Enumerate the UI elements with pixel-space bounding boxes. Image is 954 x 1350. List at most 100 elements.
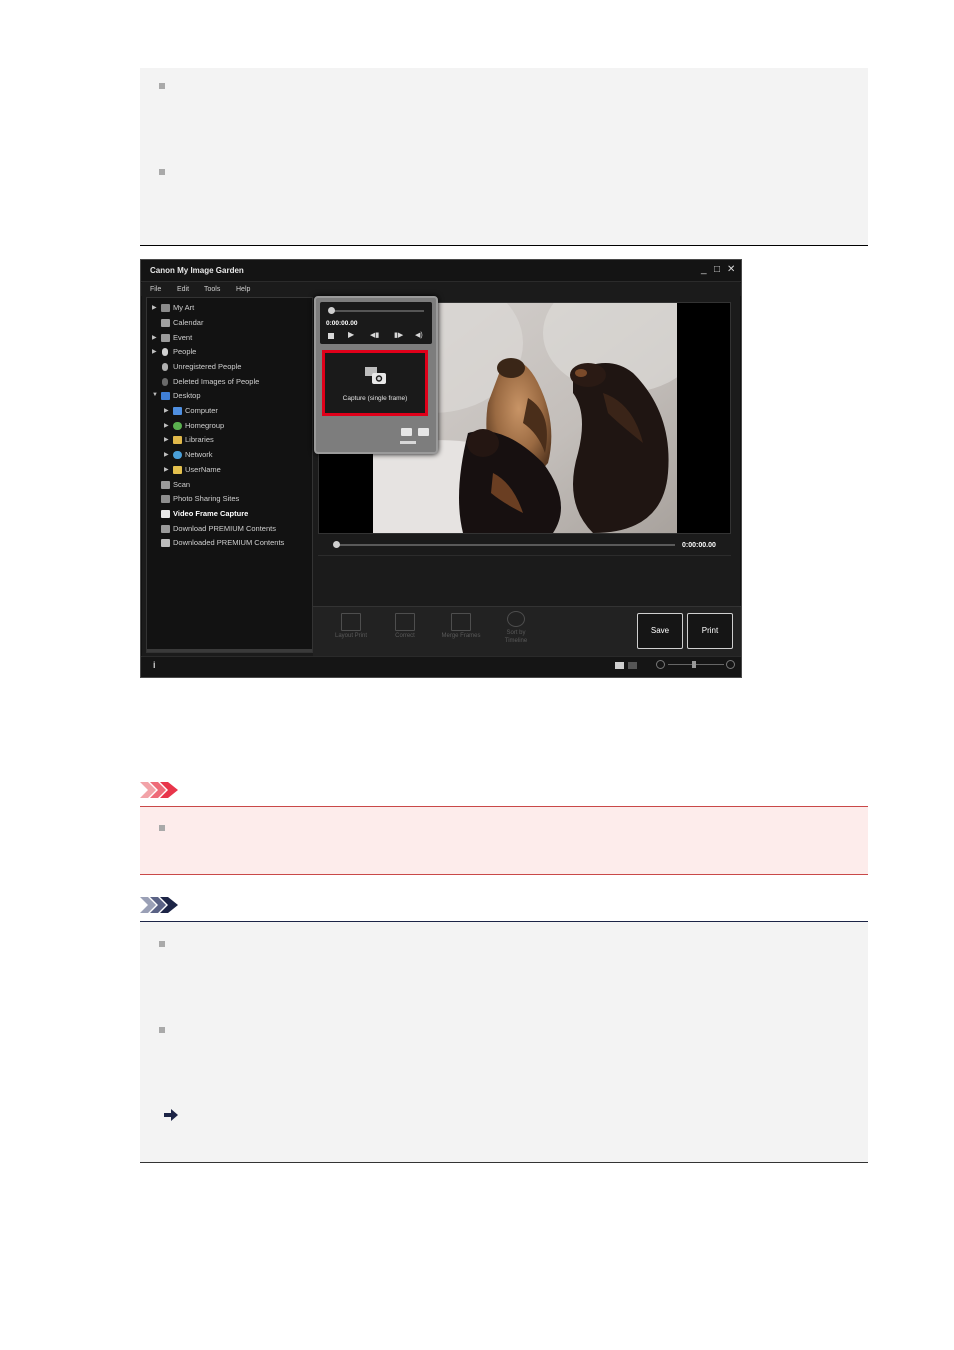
sort-by-timeline-label: Sort by Timeline — [504, 630, 528, 644]
merge-frames-icon — [451, 613, 471, 631]
sidebar-item-video-frame-capture[interactable]: Video Frame Capture — [173, 509, 248, 518]
popup-handle-icon[interactable] — [400, 441, 416, 444]
sidebar-item-event[interactable]: Event — [173, 333, 192, 342]
zoom-handle-icon[interactable] — [692, 661, 696, 668]
zoom-slider[interactable] — [668, 664, 724, 665]
layout-print-icon — [341, 613, 361, 631]
seek-handle-icon[interactable] — [328, 307, 335, 314]
timeline-time: 0:00:00.00 — [682, 542, 716, 549]
menu-bar — [141, 283, 741, 296]
correct-label: Correct — [395, 633, 415, 639]
expand-arrow-icon[interactable]: ▶ — [152, 334, 157, 341]
sidebar-item-desktop[interactable]: Desktop — [173, 391, 201, 400]
capture-camera-icon — [365, 367, 386, 384]
top-note-panel — [140, 68, 868, 246]
expand-arrow-icon[interactable]: ▶ — [164, 407, 169, 414]
sidebar-item-downloaded-premium[interactable]: Downloaded PREMIUM Contents — [173, 538, 284, 547]
capture-single-frame-button[interactable]: Capture (single frame) — [322, 350, 428, 416]
expand-arrow-icon[interactable]: ▶ — [164, 422, 169, 429]
expand-arrow-icon[interactable]: ▶ — [164, 466, 169, 473]
save-button[interactable]: Save — [637, 613, 683, 649]
info-icon[interactable]: i — [153, 660, 156, 670]
sidebar-item-unregistered-people[interactable]: Unregistered People — [173, 362, 241, 371]
sidebar-item-username[interactable]: UserName — [185, 465, 221, 474]
sidebar-item-libraries[interactable]: Libraries — [185, 435, 214, 444]
sidebar-item-scan[interactable]: Scan — [173, 480, 190, 489]
video-capture-icon — [161, 510, 170, 518]
folder-icon — [161, 539, 170, 547]
status-bar: i — [141, 656, 741, 677]
reference-arrow-icon[interactable] — [164, 1109, 178, 1121]
sidebar-item-calendar[interactable]: Calendar — [173, 318, 203, 327]
capture-label: Capture (single frame) — [342, 395, 408, 402]
expand-arrow-icon[interactable]: ▶ — [152, 304, 157, 311]
sidebar-tree: ▶ My Art Calendar ▶ Event ▶ People Unreg… — [146, 297, 313, 653]
important-box — [140, 807, 868, 875]
desktop-icon — [161, 392, 170, 400]
event-icon — [161, 334, 170, 342]
timeline-bar: 0:00:00.00 — [318, 536, 731, 556]
capture-mode-multi-icon[interactable] — [418, 428, 429, 436]
note-box — [140, 922, 868, 1163]
close-icon[interactable]: ✕ — [727, 264, 735, 276]
my-art-icon — [161, 304, 170, 312]
sidebar-item-deleted-images[interactable]: Deleted Images of People — [173, 377, 259, 386]
sidebar-item-people[interactable]: People — [173, 347, 196, 356]
bullet-icon — [159, 825, 165, 831]
expand-arrow-icon[interactable]: ▶ — [164, 436, 169, 443]
homegroup-icon — [173, 422, 182, 430]
note-icon — [140, 897, 178, 913]
step-forward-icon[interactable]: ▮▶ — [394, 331, 403, 339]
calendar-icon — [161, 319, 170, 327]
view-single-icon[interactable] — [615, 662, 624, 669]
app-title: Canon My Image Garden — [150, 266, 244, 275]
player-seek-bar[interactable] — [330, 310, 424, 312]
libraries-icon — [173, 436, 182, 444]
minimize-icon[interactable]: _ — [701, 264, 707, 276]
menu-tools[interactable]: Tools — [204, 286, 220, 293]
menu-file[interactable]: File — [150, 286, 161, 293]
download-icon — [161, 525, 170, 533]
person-icon — [162, 363, 168, 371]
menu-help[interactable]: Help — [236, 286, 250, 293]
layout-print-button[interactable]: Layout Print — [329, 613, 373, 639]
player-controls: 0:00:00.00 ▶ ◀▮ ▮▶ ◀) — [320, 302, 432, 344]
zoom-in-icon[interactable] — [726, 660, 735, 669]
merge-frames-button[interactable]: Merge Frames — [435, 613, 487, 639]
bullet-icon — [159, 941, 165, 947]
merge-frames-label: Merge Frames — [441, 633, 481, 639]
sidebar-item-download-premium[interactable]: Download PREMIUM Contents — [173, 524, 276, 533]
photo-sharing-icon — [161, 495, 170, 503]
sidebar-item-my-art[interactable]: My Art — [173, 303, 194, 312]
layout-print-label: Layout Print — [334, 633, 368, 639]
print-button[interactable]: Print — [687, 613, 733, 649]
sort-by-timeline-icon — [507, 611, 525, 627]
zoom-out-icon[interactable] — [656, 660, 665, 669]
view-grid-icon[interactable] — [628, 662, 637, 669]
scan-icon — [161, 481, 170, 489]
computer-icon — [173, 407, 182, 415]
person-icon — [162, 378, 168, 386]
volume-icon[interactable]: ◀) — [415, 331, 423, 339]
step-back-icon[interactable]: ◀▮ — [370, 331, 379, 339]
play-icon[interactable]: ▶ — [348, 330, 354, 339]
menu-edit[interactable]: Edit — [177, 286, 189, 293]
sidebar-item-homegroup[interactable]: Homegroup — [185, 421, 224, 430]
sidebar-item-photo-sharing[interactable]: Photo Sharing Sites — [173, 494, 239, 503]
player-time: 0:00:00.00 — [326, 320, 358, 327]
sort-by-timeline-button[interactable]: Sort by Timeline — [497, 611, 535, 645]
sidebar-scrollbar[interactable] — [147, 649, 312, 652]
expand-arrow-icon[interactable]: ▶ — [152, 348, 157, 355]
bottom-toolbar: Layout Print Correct Merge Frames Sort b… — [313, 606, 741, 656]
timeline-slider[interactable] — [335, 544, 675, 546]
collapse-arrow-icon[interactable]: ▼ — [152, 392, 158, 398]
sidebar-item-network[interactable]: Network — [185, 450, 213, 459]
maximize-icon[interactable]: □ — [714, 264, 720, 276]
stop-icon[interactable] — [328, 333, 334, 339]
correct-button[interactable]: Correct — [385, 613, 425, 639]
expand-arrow-icon[interactable]: ▶ — [164, 451, 169, 458]
capture-mode-single-icon[interactable] — [401, 428, 412, 436]
sidebar-item-computer[interactable]: Computer — [185, 406, 218, 415]
timeline-handle-icon[interactable] — [333, 541, 340, 548]
bullet-icon — [159, 169, 165, 175]
